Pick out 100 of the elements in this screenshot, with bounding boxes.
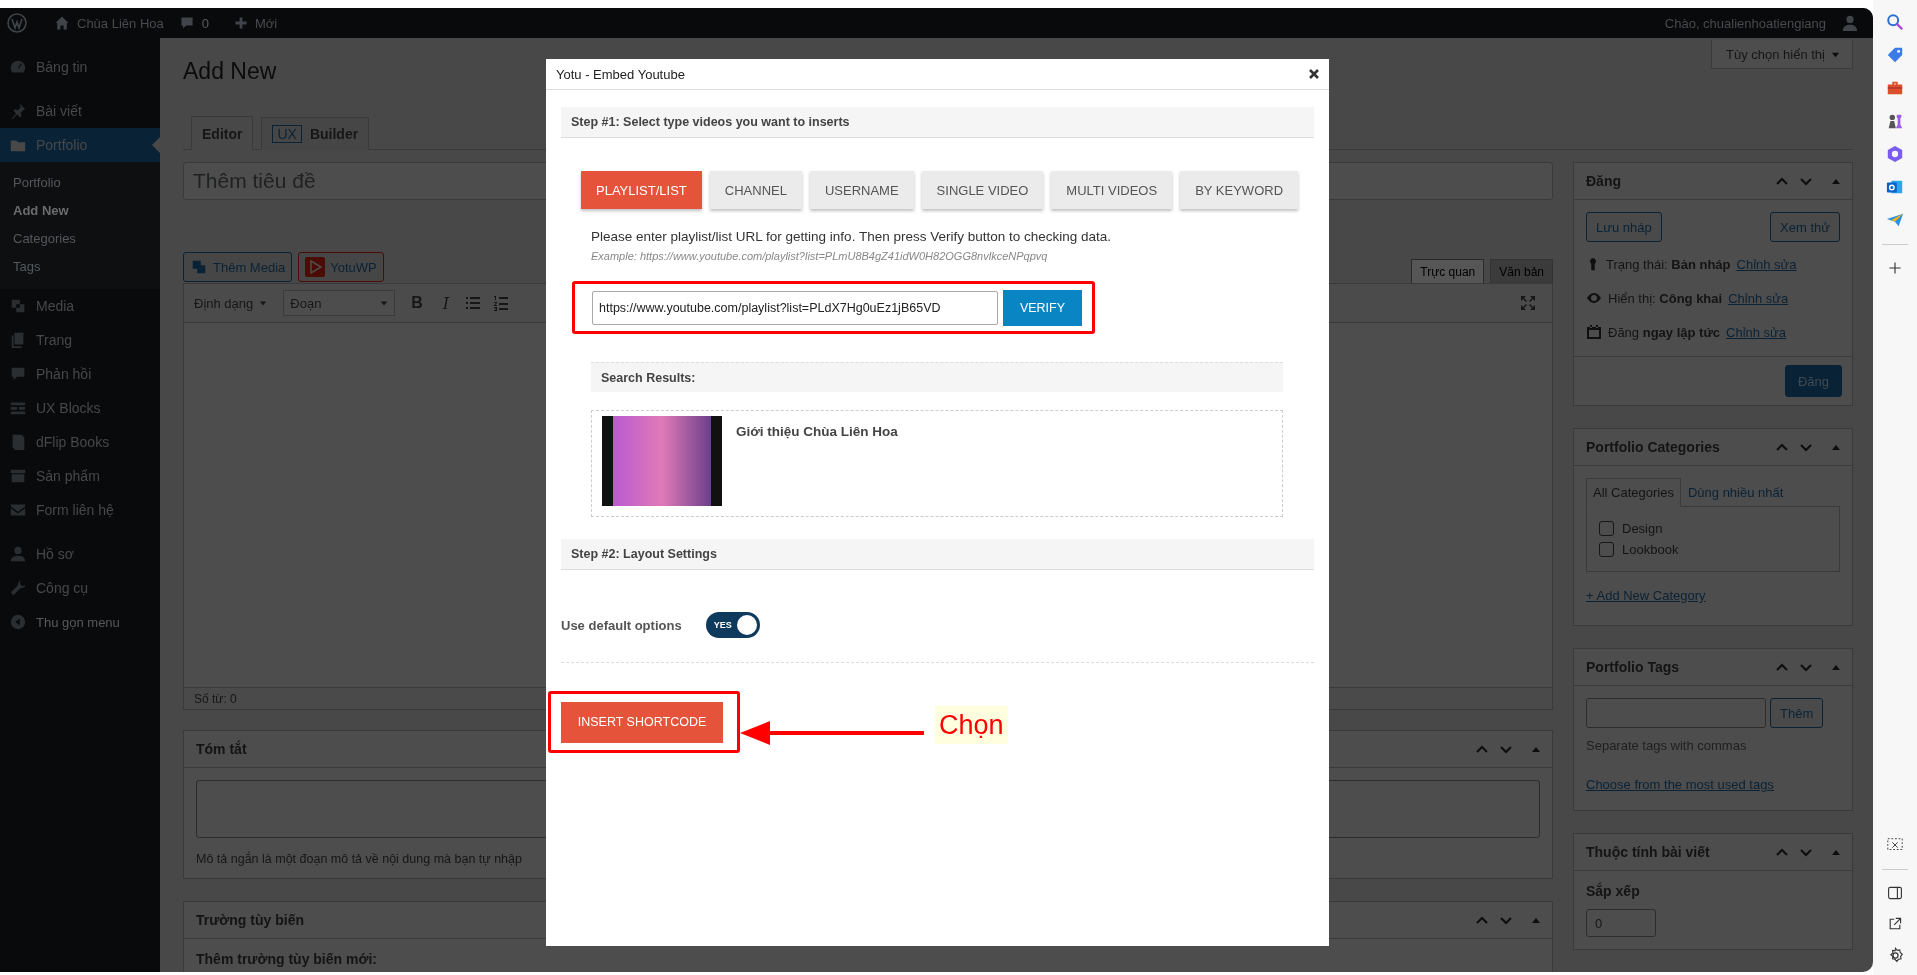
comment-icon[interactable]: [178, 15, 195, 31]
submenu-item[interactable]: Categories: [0, 225, 160, 253]
box-title: Thuộc tính bài viết: [1586, 844, 1710, 860]
calendar-icon: [1586, 324, 1602, 340]
box-title: Trường tùy biến: [196, 912, 304, 928]
wrench-icon: [9, 579, 27, 597]
close-icon[interactable]: [1308, 68, 1320, 80]
video-type-button[interactable]: SINGLE VIDEO: [921, 171, 1044, 209]
publish-status-text: Đăng ngay lập tức: [1608, 324, 1721, 340]
category-label: Lookbook: [1622, 542, 1679, 557]
category-tab[interactable]: Dùng nhiều nhất: [1680, 478, 1791, 507]
publish-status-text: Trạng thái: Bản nháp: [1606, 256, 1731, 272]
instruction-text: Please enter playlist/list URL for getting info. Then press Verify button to checking data.: [591, 228, 1113, 246]
plus-icon[interactable]: [1887, 260, 1903, 276]
plus-icon[interactable]: [233, 16, 248, 30]
page-title: Add New: [183, 58, 277, 85]
submenu-item[interactable]: Portfolio: [0, 169, 160, 197]
menu-item[interactable]: Thu gọn menu: [0, 605, 160, 639]
category-checkbox[interactable]: [1599, 542, 1614, 557]
external-link-icon[interactable]: [1887, 916, 1903, 932]
field-label: Thêm trường tùy biến mới:: [196, 951, 378, 967]
category-checkbox[interactable]: [1599, 521, 1614, 536]
comment-count: 0: [201, 15, 209, 31]
site-name-link[interactable]: Chùa Liên Hoa: [77, 15, 164, 31]
caret-icon: [380, 299, 389, 307]
save-draft-button[interactable]: Lưu nháp: [1586, 212, 1662, 242]
dialog-title: Yotu - Embed Youtube: [556, 66, 685, 82]
url-field[interactable]: https://www.youtube.com/playlist?list=PLdX7Hg0uEz1jB65VD: [592, 290, 998, 325]
video-type-button[interactable]: MULTI VIDEOS: [1051, 171, 1173, 209]
user-icon: [9, 545, 27, 563]
submenu-item[interactable]: Tags: [0, 253, 160, 281]
tag-icon[interactable]: [1886, 46, 1904, 64]
video-type-button[interactable]: PLAYLIST/LIST: [581, 171, 702, 209]
media-icon: [190, 258, 208, 276]
box-title: Đăng: [1586, 173, 1621, 189]
fullscreen-icon[interactable]: [1520, 295, 1536, 311]
media-button[interactable]: YotuWP: [298, 252, 384, 282]
edit-link[interactable]: Chỉnh sửa: [1728, 290, 1789, 306]
media-button[interactable]: Thêm Media: [183, 252, 293, 282]
toolbox-icon[interactable]: [1886, 79, 1904, 97]
pin-icon: [9, 102, 27, 120]
media-icon: [9, 297, 27, 315]
edit-link[interactable]: Chỉnh sửa: [1726, 324, 1787, 340]
paper-plane-icon[interactable]: [1886, 211, 1904, 229]
greeting-link[interactable]: Chào, chualienhoatiengiang: [1664, 15, 1826, 31]
video-type-button[interactable]: BY KEYWORD: [1180, 171, 1299, 209]
sidebar-panel-icon[interactable]: [1887, 885, 1903, 901]
menu-item[interactable]: Media: [0, 289, 160, 323]
menu-item[interactable]: Phản hồi: [0, 357, 160, 391]
menu-item[interactable]: Portfolio: [0, 128, 160, 162]
results-header: Search Results:: [591, 362, 1283, 392]
menu-item[interactable]: Bài viết: [0, 94, 160, 128]
toggle-switch[interactable]: YES: [705, 612, 760, 638]
submenu-item[interactable]: Add New: [0, 197, 160, 225]
add-category-link[interactable]: + Add New Category: [1586, 588, 1840, 603]
tag-field[interactable]: [1586, 698, 1766, 728]
numbered-list-icon[interactable]: [493, 295, 510, 311]
new-link[interactable]: Mới: [254, 15, 278, 31]
chess-pieces-icon[interactable]: [1886, 112, 1904, 130]
menu-item[interactable]: Sản phẩm: [0, 459, 160, 493]
box-title: Portfolio Categories: [1586, 439, 1720, 455]
search-icon[interactable]: [1886, 13, 1904, 31]
publish-status-text: Hiển thị: Công khai: [1608, 290, 1723, 306]
menu-item[interactable]: Hồ sơ: [0, 537, 160, 571]
menu-item[interactable]: Công cụ: [0, 571, 160, 605]
menu-item[interactable]: Trang: [0, 323, 160, 357]
user-avatar-icon[interactable]: [1841, 14, 1859, 32]
home-icon[interactable]: [54, 15, 70, 31]
menu-item[interactable]: Bảng tin: [0, 50, 160, 84]
box-title: Tóm tắt: [196, 741, 247, 757]
edit-link[interactable]: Chỉnh sửa: [1736, 256, 1797, 272]
bullet-list-icon[interactable]: [465, 295, 482, 311]
example-text: Example: https://www.youtube.com/playlist?list=PLmU8B4gZ41idW0H82OGG8nvlkceNPqpvq: [591, 249, 1049, 264]
order-label: Sắp xếp: [1586, 883, 1641, 899]
box-title: Portfolio Tags: [1586, 659, 1680, 675]
menu-item[interactable]: UX Blocks: [0, 391, 160, 425]
video-type-button[interactable]: CHANNEL: [709, 171, 802, 209]
result-card[interactable]: Giới thiệu Chùa Liên Hoa: [591, 410, 1283, 517]
play-logo-icon: [305, 257, 326, 277]
hexagon-logo-icon[interactable]: [1886, 145, 1904, 163]
video-type-button[interactable]: USERNAME: [809, 171, 914, 209]
preview-button[interactable]: Xem thử: [1770, 212, 1840, 242]
video-title: Giới thiệu Chùa Liên Hoa: [736, 424, 898, 439]
wordpress-logo-icon[interactable]: [7, 13, 27, 33]
add-tag-button[interactable]: Thêm: [1770, 698, 1824, 728]
caret-icon: [259, 299, 268, 307]
category-tab[interactable]: All Categories: [1586, 478, 1681, 507]
step-header: Step #2: Layout Settings: [561, 539, 1314, 570]
menu-item[interactable]: dFlip Books: [0, 425, 160, 459]
menu-item[interactable]: Form liên hệ: [0, 493, 160, 527]
option-label: Use default options: [561, 617, 682, 633]
category-label: Design: [1622, 521, 1663, 536]
mail-app-icon[interactable]: [1886, 178, 1904, 196]
editor-mode-tab[interactable]: Văn bản: [1490, 259, 1553, 283]
annotation-label: Chọn: [935, 706, 1008, 744]
box-icon: [9, 467, 27, 485]
insert-shortcode-button[interactable]: INSERT SHORTCODE: [561, 701, 723, 743]
most-used-tags-link[interactable]: Choose from the most used tags: [1586, 777, 1840, 792]
editor-mode-tab[interactable]: Trực quan: [1411, 259, 1485, 283]
verify-button[interactable]: VERIFY: [1003, 289, 1082, 326]
